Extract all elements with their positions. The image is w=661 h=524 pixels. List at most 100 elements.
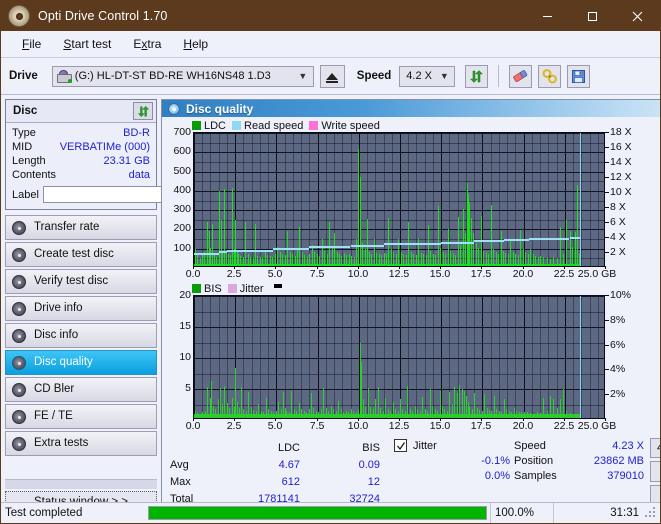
sidebar-item-verify-test-disc[interactable]: Verify test disc (5, 269, 157, 294)
stats-table: LDC BIS Avg 4.67 0.09 Max 612 12 Total (168, 438, 388, 508)
stats-row-max-ldc: 612 (228, 474, 306, 489)
stats-row-max-label: Max (170, 474, 226, 489)
window-title: Opti Drive Control 1.70 (38, 9, 167, 23)
y-tick-label-right: 2% (610, 388, 625, 400)
y-tick-label-right: 8 X (610, 201, 626, 213)
resize-grip-icon[interactable] (645, 507, 658, 520)
sidebar-item-fe-te[interactable]: FE / TE (5, 404, 157, 429)
disc-row-type-key: Type (12, 126, 36, 140)
drive-toolbar: Drive (G:) HL-DT-ST BD-RE WH16NS48 1.D3 … (1, 58, 660, 95)
y-tick-label: 400 (173, 184, 191, 196)
legend-item-ldc: LDC (192, 120, 226, 132)
disc-quality-icon (168, 103, 180, 115)
drive-select[interactable]: (G:) HL-DT-ST BD-RE WH16NS48 1.D3 ▼ (52, 66, 314, 87)
y-tick-label-right: 4 X (610, 231, 626, 243)
wrench-icon (542, 69, 558, 84)
disc-panel-header: Disc (6, 100, 156, 123)
erase-button[interactable] (509, 65, 532, 88)
save-button[interactable] (567, 65, 590, 88)
disc-label-row: Label (12, 185, 150, 204)
x-tick-label: 12.5 (389, 420, 409, 432)
disc-label-key: Label (12, 189, 39, 201)
drive-select-value: (G:) HL-DT-ST BD-RE WH16NS48 1.D3 (72, 70, 295, 82)
sidebar-item-label: FE / TE (34, 411, 73, 423)
speed-label: Speed (357, 70, 392, 82)
tools-button[interactable] (538, 65, 561, 88)
jitter-checkbox[interactable] (394, 439, 407, 452)
x-tick-label: 10.0 (348, 268, 368, 280)
sidebar-item-label: Extra tests (34, 438, 88, 450)
sidebar-item-disc-info[interactable]: Disc info (5, 323, 157, 348)
content-header: Disc quality (162, 100, 661, 117)
menu-bar: File Start test Extra Help (1, 31, 660, 58)
disc-info-panel: Disc Type BD-R MID VERB (5, 99, 157, 210)
x-tick-label: 25.0 GB (578, 420, 617, 432)
position-row: Position 23862 MB (514, 453, 650, 468)
elapsed-time: 31:31 (553, 503, 645, 523)
ldc-plot-row: 100200300400500600700 2 X4 X6 X8 X10 X12… (162, 132, 661, 267)
ldc-plot-area[interactable] (193, 132, 605, 267)
disc-row-length-key: Length (12, 154, 46, 168)
sidebar-item-create-test-disc[interactable]: Create test disc (5, 242, 157, 267)
menu-file-label: ile (29, 37, 41, 51)
jitter-max-value: 0.0% (394, 470, 514, 482)
sidebar-item-disc-quality[interactable]: Disc quality (5, 350, 157, 375)
x-tick-label: 7.5 (310, 420, 325, 432)
x-tick-label: 5.0 (268, 268, 283, 280)
stats-corner (170, 440, 226, 455)
bis-plot-row: 5101520 2%4%6%8%10% (162, 295, 661, 419)
bis-plot-area[interactable] (193, 295, 605, 419)
x-tick-label: 22.5 (554, 268, 574, 280)
speed-info-label: Speed (514, 440, 570, 452)
speed-select[interactable]: 4.2 X ▼ (399, 66, 455, 87)
test-speed-select[interactable]: 4.2 X ▼ (650, 438, 661, 458)
samples-row: Samples 379010 (514, 468, 650, 483)
start-full-button[interactable]: Start full (650, 461, 661, 482)
stats-row-avg-ldc: 4.67 (228, 457, 306, 472)
sidebar-item-extra-tests[interactable]: Extra tests (5, 431, 157, 456)
close-button[interactable] (615, 1, 660, 31)
minimize-button[interactable] (525, 1, 570, 31)
ldc-chart: LDC Read speed Write speed 1002003004005… (162, 119, 661, 282)
eject-icon (326, 73, 338, 80)
sidebar-item-drive-info[interactable]: Drive info (5, 296, 157, 321)
menu-start-test[interactable]: Start test (52, 34, 122, 54)
menu-file[interactable]: File (11, 34, 52, 54)
legend-item-write-speed: Write speed (309, 120, 380, 132)
x-tick-label: 20.0 (513, 268, 533, 280)
sidebar-item-label: Create test disc (34, 249, 114, 261)
stats-col-bis: BIS (308, 440, 386, 455)
maximize-button[interactable] (570, 1, 615, 31)
menu-extra[interactable]: Extra (122, 34, 172, 54)
jitter-label: Jitter (413, 440, 437, 452)
disc-refresh-button[interactable] (133, 102, 153, 120)
sidebar-item-transfer-rate[interactable]: Transfer rate (5, 215, 157, 240)
chevron-down-icon: ▼ (295, 72, 311, 81)
disc-row-mid-value: VERBATIMe (000) (60, 140, 150, 154)
menu-start-test-label: tart test (71, 37, 111, 51)
y-tick-label: 20 (179, 289, 191, 301)
sidebar-item-cd-bler[interactable]: CD Bler (5, 377, 157, 402)
y-tick-label: 500 (173, 165, 191, 177)
disc-icon (12, 437, 26, 451)
refresh-button[interactable] (465, 65, 488, 88)
y-tick-label-right: 8% (610, 314, 625, 326)
y-tick-label: 5 (185, 382, 191, 394)
disc-icon (12, 275, 26, 289)
menu-help[interactable]: Help (172, 34, 219, 54)
speed-select-value: 4.2 X (403, 70, 436, 82)
bis-chart-legend: BIS Jitter (162, 282, 661, 295)
drive-label: Drive (9, 70, 38, 82)
ldc-y-axis-left: 100200300400500600700 (162, 132, 193, 267)
sidebar-item-label: Disc info (34, 330, 78, 342)
legend-swatch-write-speed (309, 121, 318, 130)
disc-row-contents-key: Contents (12, 168, 56, 182)
jitter-header-row: Jitter (394, 438, 514, 453)
x-tick-label: 10.0 (348, 420, 368, 432)
stats-row-avg-bis: 0.09 (308, 457, 386, 472)
eject-button[interactable] (320, 65, 345, 88)
speed-info-value: 4.23 X (570, 440, 648, 452)
menu-extra-label: tra (147, 37, 161, 51)
y-tick-label-right: 18 X (610, 126, 632, 138)
y-tick-label-right: 6% (610, 339, 625, 351)
